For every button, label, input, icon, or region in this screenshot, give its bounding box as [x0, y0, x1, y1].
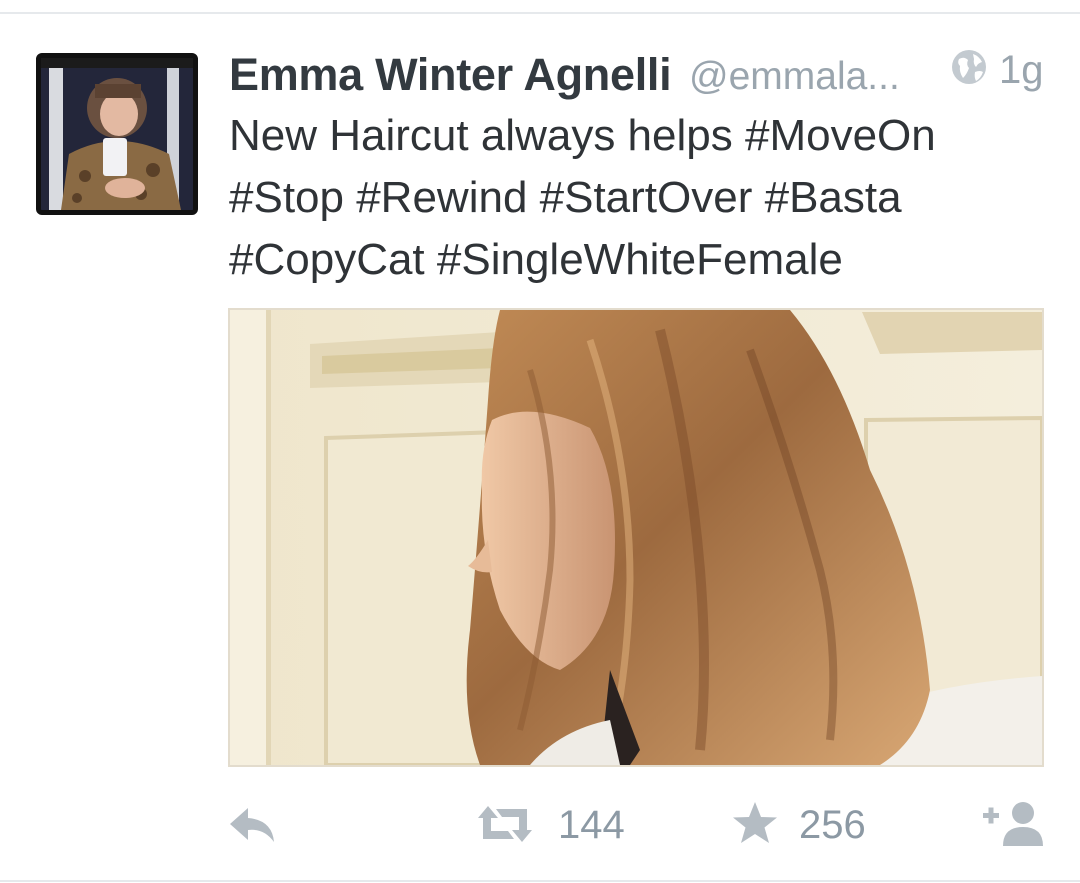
tweet-actions: 144 256 [0, 790, 1080, 865]
author-name[interactable]: Emma Winter Agnelli [229, 49, 672, 101]
tweet-timestamp[interactable]: 1g [999, 48, 1044, 93]
globe-icon [952, 50, 986, 84]
tweet-text-line: #CopyCat #SingleWhiteFemale [229, 235, 843, 284]
author-avatar[interactable] [36, 53, 198, 215]
photo-image [230, 310, 1042, 765]
top-divider [0, 12, 1080, 14]
tweet-text-line: New Haircut always helps #MoveOn [229, 111, 936, 160]
favorite-count: 256 [799, 803, 866, 847]
tweet-text-line: #Stop #Rewind #StartOver #Basta [229, 173, 902, 222]
tweet-photo[interactable] [228, 308, 1044, 767]
reply-icon[interactable] [228, 804, 276, 844]
star-icon[interactable] [732, 801, 778, 845]
avatar-photo [41, 58, 193, 210]
retweet-icon[interactable] [476, 804, 534, 844]
author-handle[interactable]: @emmala... [689, 55, 900, 99]
tweet-header: Emma Winter Agnelli @emmala... 1g [229, 46, 1049, 106]
add-user-icon[interactable] [981, 799, 1045, 847]
bottom-divider [0, 880, 1080, 882]
tweet-text: New Haircut always helps #MoveOn #Stop #… [229, 105, 1049, 291]
retweet-count: 144 [558, 803, 625, 847]
